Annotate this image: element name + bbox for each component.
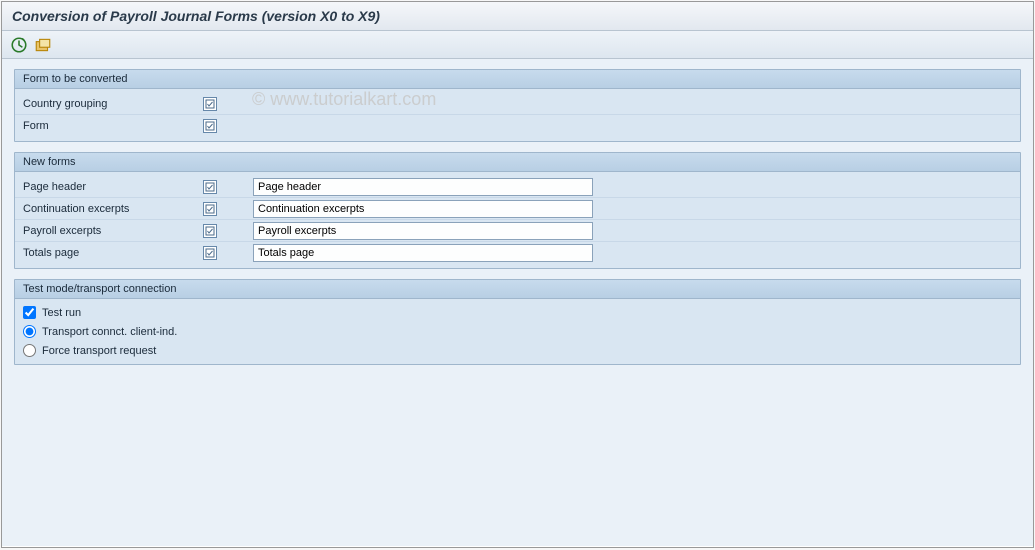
row-test-run: Test run <box>15 303 1020 322</box>
input-new-form[interactable] <box>253 222 593 240</box>
variant-button[interactable] <box>34 36 52 54</box>
group-header: Form to be converted <box>15 70 1020 89</box>
variant-folder-icon <box>34 36 52 54</box>
input-new-form[interactable] <box>253 244 593 262</box>
window-title: Conversion of Payroll Journal Forms (ver… <box>12 8 380 24</box>
new-form-helper <box>203 246 253 260</box>
row-transport-client: Transport connct. client-ind. <box>15 322 1020 341</box>
label-new-form: Payroll excerpts <box>23 225 203 237</box>
field-cell <box>253 200 593 218</box>
label-test-run[interactable]: Test run <box>42 307 81 319</box>
form-select-helper <box>203 119 253 133</box>
label-form: Form <box>23 120 203 132</box>
valuehelp-icon[interactable] <box>203 202 217 216</box>
row-country-grouping: Country grouping <box>15 93 1020 115</box>
label-new-form: Continuation excerpts <box>23 203 203 215</box>
country-select-helper <box>203 97 253 111</box>
radio-transport-client[interactable] <box>23 325 36 338</box>
radio-force-transport[interactable] <box>23 344 36 357</box>
label-new-form: Totals page <box>23 247 203 259</box>
title-bar: Conversion of Payroll Journal Forms (ver… <box>2 2 1033 31</box>
field-cell <box>253 244 593 262</box>
label-new-form: Page header <box>23 181 203 193</box>
group-header: New forms <box>15 153 1020 172</box>
group-test-mode: Test mode/transport connection Test run … <box>14 279 1021 365</box>
new-form-helper <box>203 224 253 238</box>
clock-execute-icon <box>10 36 28 54</box>
row-new-form: Payroll excerpts <box>15 220 1020 242</box>
toolbar <box>2 31 1033 59</box>
valuehelp-icon[interactable] <box>203 246 217 260</box>
app-window: Conversion of Payroll Journal Forms (ver… <box>1 1 1034 548</box>
checkbox-test-run[interactable] <box>23 306 36 319</box>
row-force-transport: Force transport request <box>15 341 1020 360</box>
group-header: Test mode/transport connection <box>15 280 1020 299</box>
new-form-helper <box>203 180 253 194</box>
row-new-form: Continuation excerpts <box>15 198 1020 220</box>
group-form-to-convert: Form to be converted Country grouping Fo… <box>14 69 1021 142</box>
valuehelp-form-icon[interactable] <box>203 119 217 133</box>
row-new-form: Page header <box>15 176 1020 198</box>
label-country-grouping: Country grouping <box>23 98 203 110</box>
row-new-form: Totals page <box>15 242 1020 264</box>
group-new-forms: New forms Page header Continuation excerp… <box>14 152 1021 269</box>
group-body: Test run Transport connct. client-ind. F… <box>15 299 1020 364</box>
input-new-form[interactable] <box>253 200 593 218</box>
label-force-transport[interactable]: Force transport request <box>42 345 156 357</box>
group-body: Page header Continuation excerpts Payroll … <box>15 172 1020 268</box>
group-body: Country grouping Form <box>15 89 1020 141</box>
valuehelp-icon[interactable] <box>203 180 217 194</box>
field-cell <box>253 222 593 240</box>
field-cell <box>253 178 593 196</box>
valuehelp-country-icon[interactable] <box>203 97 217 111</box>
row-form: Form <box>15 115 1020 137</box>
valuehelp-icon[interactable] <box>203 224 217 238</box>
execute-button[interactable] <box>10 36 28 54</box>
new-form-helper <box>203 202 253 216</box>
input-new-form[interactable] <box>253 178 593 196</box>
content-area: © www.tutorialkart.com Form to be conver… <box>2 59 1033 546</box>
label-transport-client[interactable]: Transport connct. client-ind. <box>42 326 177 338</box>
